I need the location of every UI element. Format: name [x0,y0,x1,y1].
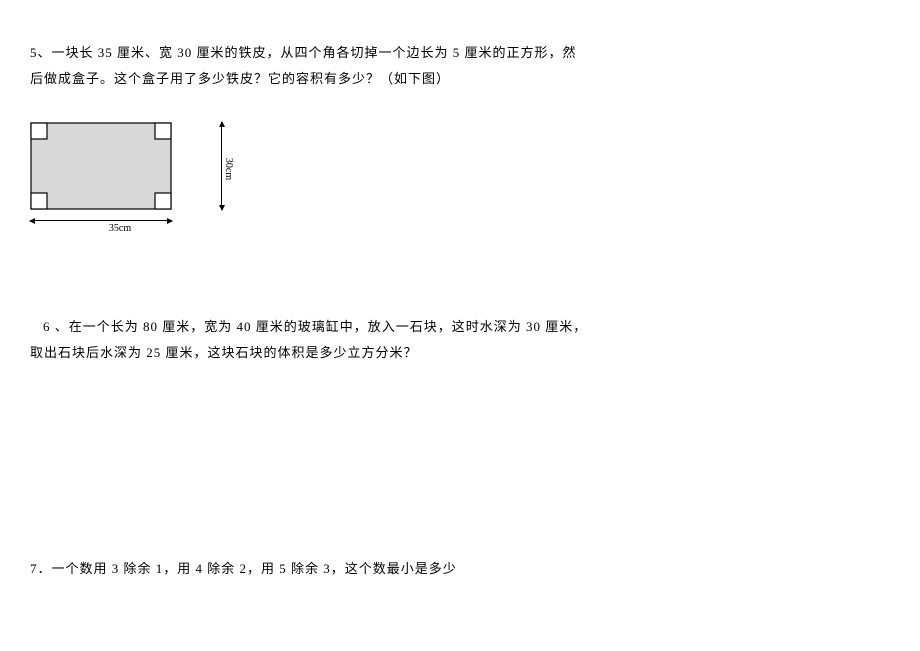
problem-6-line2: 取出石块后水深为 25 厘米，这块石块的体积是多少立方分米？ [30,340,890,366]
box-diagram: 30cm 35cm [30,122,210,234]
dim-label-width: 35cm [30,223,210,234]
problem-5-line2: 后做成盒子。这个盒子用了多少铁皮？它的容积有多少？（如下图） [30,66,890,92]
diagram-svg [30,122,172,210]
problem-6-line1: 6 、在一个长为 80 厘米，宽为 40 厘米的玻璃缸中，放入一石块，这时水深为… [30,314,890,340]
problem-5: 5、一块长 35 厘米、宽 30 厘米的铁皮，从四个角各切掉一个边长为 5 厘米… [30,40,890,92]
problem-6: 6 、在一个长为 80 厘米，宽为 40 厘米的玻璃缸中，放入一石块，这时水深为… [30,314,890,366]
problem-5-line1: 5、一块长 35 厘米、宽 30 厘米的铁皮，从四个角各切掉一个边长为 5 厘米… [30,40,890,66]
dim-label-height: 30cm [223,158,234,180]
dim-arrow-horizontal [30,220,172,221]
problem-7: 7．一个数用 3 除余 1，用 4 除余 2，用 5 除余 3，这个数最小是多少 [30,556,890,582]
dim-arrow-vertical [221,122,222,210]
problem-7-line1: 7．一个数用 3 除余 1，用 4 除余 2，用 5 除余 3，这个数最小是多少 [30,556,890,582]
